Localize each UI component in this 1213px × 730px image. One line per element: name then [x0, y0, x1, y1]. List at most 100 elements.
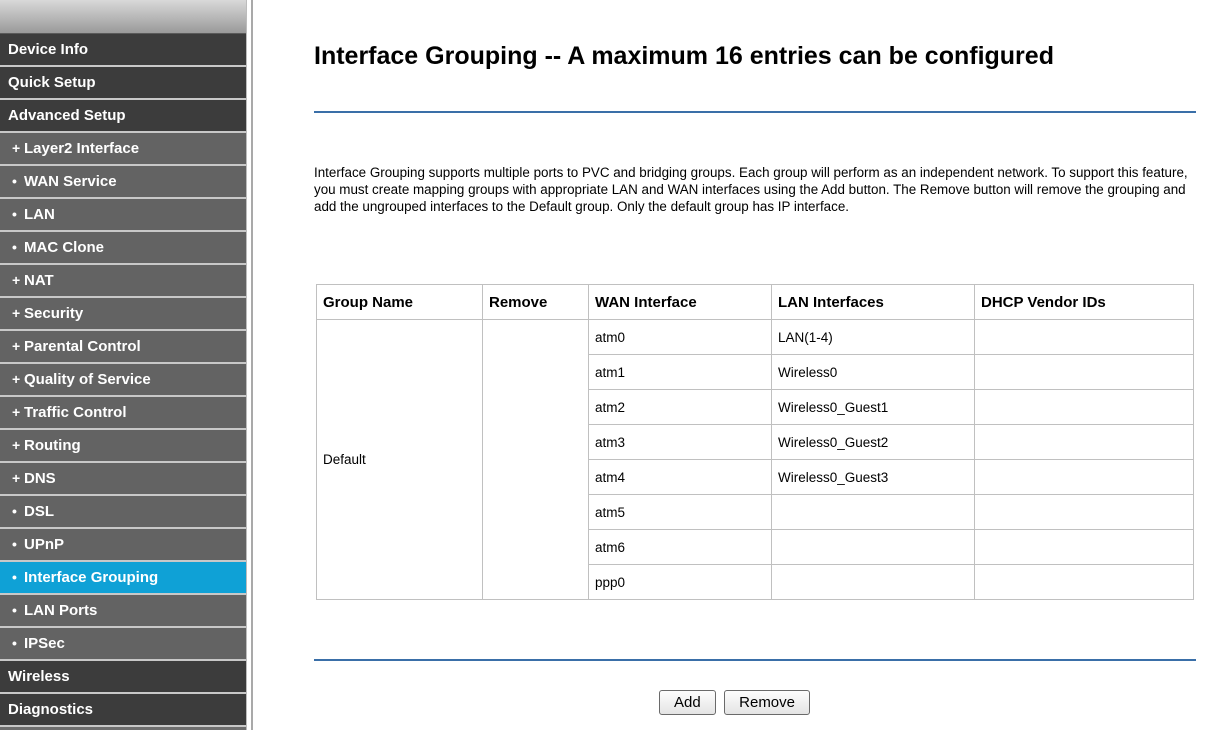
dhcp-vendor-ids-cell [974, 564, 1194, 600]
expand-plus-icon: + [12, 305, 21, 321]
sidebar-item-traffic-control[interactable]: + Traffic Control [0, 397, 246, 430]
expand-plus-icon: + [12, 437, 21, 453]
lan-interfaces-cell: LAN(1-4) [771, 319, 975, 355]
page-description: Interface Grouping supports multiple por… [314, 165, 1188, 214]
col-header-dhcp-vendor-ids: DHCP Vendor IDs [974, 284, 1194, 320]
bullet-dot-icon: • [12, 569, 17, 585]
wan-interface-cell: atm5 [588, 494, 772, 530]
bottom-divider [314, 659, 1196, 661]
expand-plus-icon: + [12, 371, 21, 387]
dhcp-vendor-ids-cell [974, 424, 1194, 460]
lan-interfaces-cell: Wireless0 [771, 354, 975, 390]
bullet-dot-icon: • [12, 206, 17, 222]
bullet-dot-icon: • [12, 239, 17, 255]
col-header-group-name: Group Name [316, 284, 483, 320]
lan-interfaces-cell: Wireless0_Guest3 [771, 459, 975, 495]
sidebar-item-label: Layer2 Interface [24, 140, 140, 157]
sidebar-top-strip [0, 0, 246, 34]
lan-interfaces-cell: Wireless0_Guest2 [771, 424, 975, 460]
sidebar-item-dns[interactable]: + DNS [0, 463, 246, 496]
sidebar-item-nat[interactable]: + NAT [0, 265, 246, 298]
dhcp-vendor-ids-cell [974, 459, 1194, 495]
sidebar-item-label: Device Info [8, 41, 89, 58]
wan-interface-cell: atm2 [588, 389, 772, 425]
sidebar-item-label: DNS [24, 470, 56, 487]
sidebar-item-quality-of-service[interactable]: + Quality of Service [0, 364, 246, 397]
sidebar-item-label: UPnP [24, 536, 65, 553]
bullet-dot-icon: • [12, 536, 17, 552]
sidebar-menu: Device Info Quick Setup Advanced Setup + Lay… [0, 34, 246, 727]
sidebar-item-label: Wireless [8, 668, 70, 685]
bullet-dot-icon: • [12, 602, 17, 618]
sidebar-item-upnp[interactable]: • UPnP [0, 529, 246, 562]
sidebar-item-security[interactable]: + Security [0, 298, 246, 331]
remove-cell [482, 319, 589, 600]
bullet-dot-icon: • [12, 503, 17, 519]
sidebar-item-layer2-interface[interactable]: + Layer2 Interface [0, 133, 246, 166]
wan-interface-cell: ppp0 [588, 564, 772, 600]
interface-group-table: Group Name Remove WAN Interface LAN Inte… [316, 284, 1194, 600]
title-divider [314, 111, 1196, 113]
bullet-dot-icon: • [12, 635, 17, 651]
sidebar-item-parental-control[interactable]: + Parental Control [0, 331, 246, 364]
sidebar-item-lan[interactable]: • LAN [0, 199, 246, 232]
wan-interface-cell: atm4 [588, 459, 772, 495]
sidebar-item-label: LAN [24, 206, 55, 223]
frame-divider[interactable] [246, 0, 255, 730]
table-body: Default atm0 LAN(1-4) atm1 Wireless0 atm2 Wire… [316, 319, 1194, 600]
sidebar-item-label: Diagnostics [8, 701, 94, 718]
col-header-lan-interfaces: LAN Interfaces [771, 284, 975, 320]
sidebar-item-interface-grouping[interactable]: • Interface Grouping [0, 562, 246, 595]
sidebar-item-label: WAN Service [24, 173, 117, 190]
sidebar-item-label: Routing [24, 437, 81, 454]
sidebar-item-lan-ports[interactable]: • LAN Ports [0, 595, 246, 628]
sidebar-nav: Device Info Quick Setup Advanced Setup + Lay… [0, 0, 246, 730]
sidebar-item-label: Interface Grouping [24, 569, 159, 586]
expand-plus-icon: + [12, 272, 21, 288]
remove-button[interactable]: Remove [724, 690, 810, 715]
button-bar: Add Remove [256, 690, 1213, 715]
sidebar-item-label: Quick Setup [8, 74, 96, 91]
sidebar-item-routing[interactable]: + Routing [0, 430, 246, 463]
group-name-cell: Default [316, 319, 483, 600]
sidebar-item-ipsec[interactable]: • IPSec [0, 628, 246, 661]
main-content: Interface Grouping -- A maximum 16 entri… [256, 0, 1213, 730]
expand-plus-icon: + [12, 404, 21, 420]
expand-plus-icon: + [12, 470, 21, 486]
table-header-row: Group Name Remove WAN Interface LAN Inte… [316, 284, 1194, 320]
sidebar-item-device-info[interactable]: Device Info [0, 34, 246, 67]
wan-interface-cell: atm1 [588, 354, 772, 390]
add-button[interactable]: Add [658, 690, 716, 715]
expand-plus-icon: + [12, 140, 21, 156]
sidebar-item-label: MAC Clone [24, 239, 104, 256]
sidebar-item-mac-clone[interactable]: • MAC Clone [0, 232, 246, 265]
wan-interface-cell: atm6 [588, 529, 772, 565]
dhcp-vendor-ids-cell [974, 494, 1194, 530]
sidebar-item-dsl[interactable]: • DSL [0, 496, 246, 529]
lan-interfaces-cell [771, 494, 975, 530]
lan-interfaces-cell [771, 529, 975, 565]
page-title: Interface Grouping -- A maximum 16 entri… [314, 42, 1054, 70]
sidebar-item-diagnostics[interactable]: Diagnostics [0, 694, 246, 727]
wan-interface-cell: atm0 [588, 319, 772, 355]
sidebar-item-advanced-setup[interactable]: Advanced Setup [0, 100, 246, 133]
sidebar-item-label: DSL [24, 503, 54, 520]
expand-plus-icon: + [12, 338, 21, 354]
sidebar-item-label: Parental Control [24, 338, 141, 355]
sidebar-item-label: LAN Ports [24, 602, 98, 619]
lan-interfaces-cell: Wireless0_Guest1 [771, 389, 975, 425]
sidebar-item-wan-service[interactable]: • WAN Service [0, 166, 246, 199]
sidebar-item-label: IPSec [24, 635, 65, 652]
table-row: Default atm0 LAN(1-4) [316, 319, 1194, 600]
lan-interfaces-cell [771, 564, 975, 600]
sidebar-item-wireless[interactable]: Wireless [0, 661, 246, 694]
sidebar-item-label: Security [24, 305, 84, 322]
sidebar-item-label: Traffic Control [24, 404, 127, 421]
sidebar-item-quick-setup[interactable]: Quick Setup [0, 67, 246, 100]
sidebar-item-label: Advanced Setup [8, 107, 126, 124]
sidebar-item-label: Quality of Service [24, 371, 151, 388]
dhcp-vendor-ids-cell [974, 319, 1194, 355]
col-header-wan-interface: WAN Interface [588, 284, 772, 320]
wan-interface-cell: atm3 [588, 424, 772, 460]
bullet-dot-icon: • [12, 173, 17, 189]
